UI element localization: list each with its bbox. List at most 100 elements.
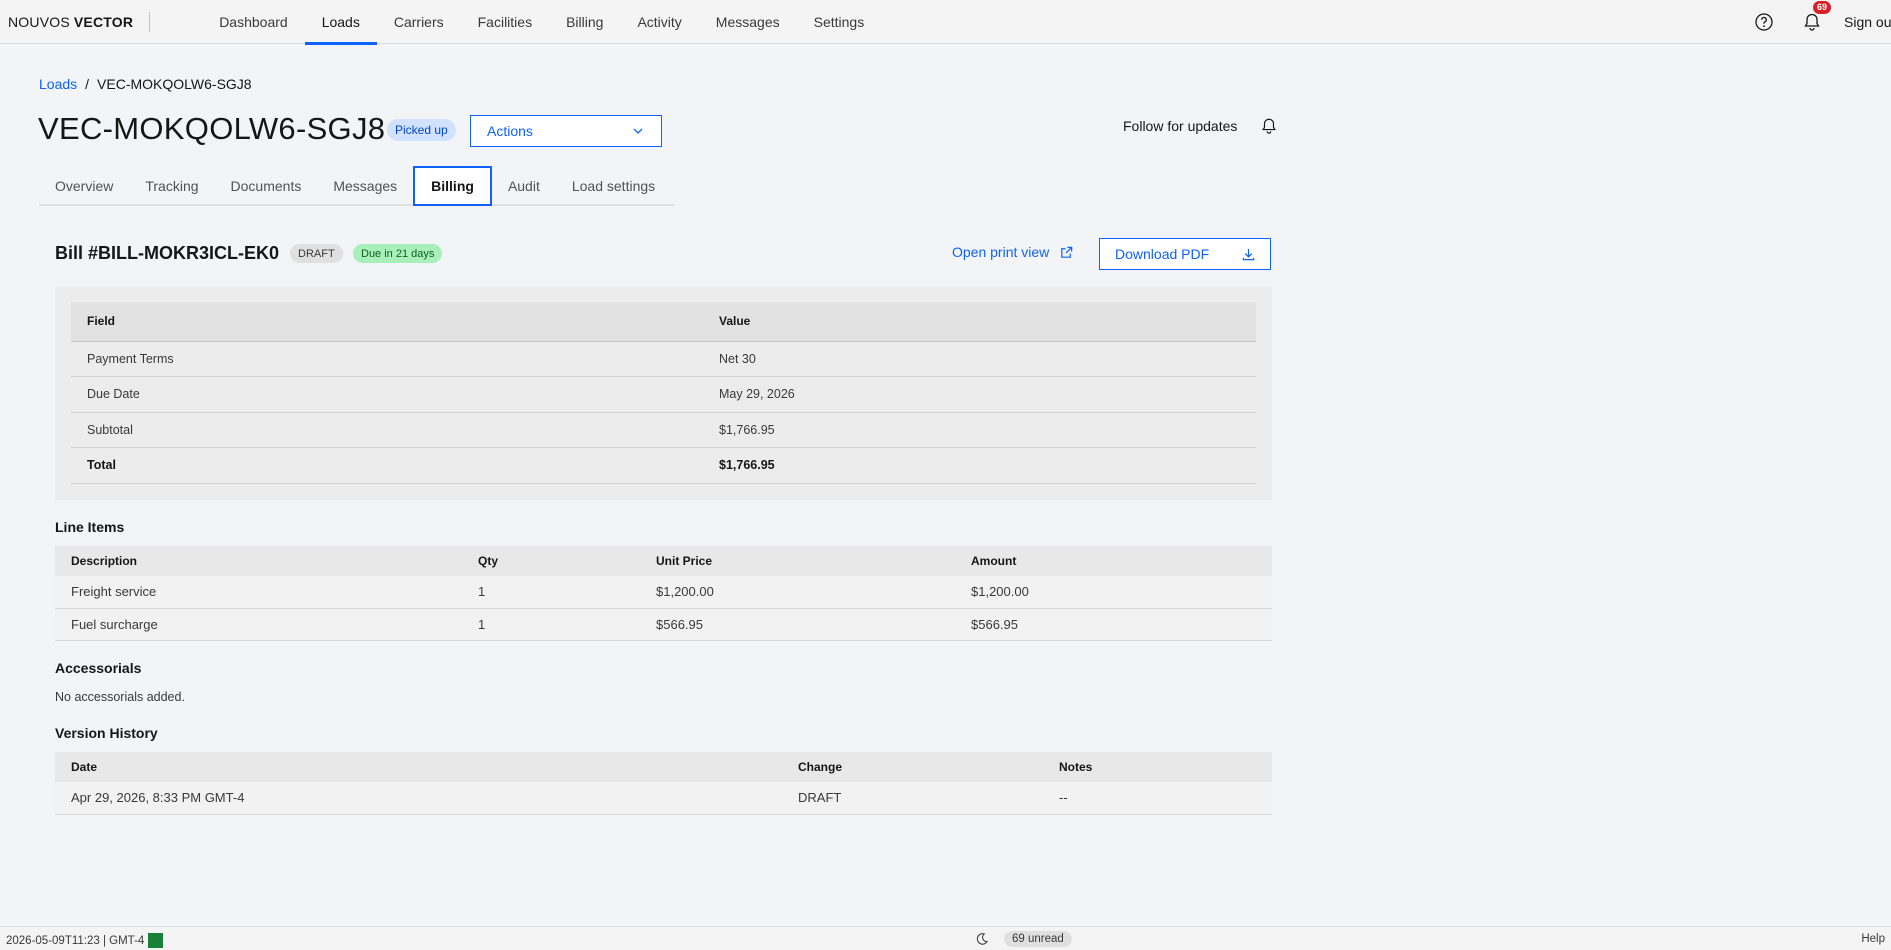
tab-billing[interactable]: Billing [413,166,492,206]
tab-load-settings[interactable]: Load settings [556,166,671,206]
tab-messages[interactable]: Messages [317,166,413,206]
nav-item-facilities[interactable]: Facilities [461,0,549,44]
version-history-table: Date Change Notes Apr 29, 2026, 8:33 PM … [55,752,1272,815]
nav-item-dashboard[interactable]: Dashboard [202,0,305,44]
open-print-view-link[interactable]: Open print view [952,244,1074,260]
value-cell: $1,766.95 [703,412,1256,448]
brand-name-part2: VECTOR [73,13,134,30]
download-icon [1241,247,1256,262]
nav-item-carriers[interactable]: Carriers [377,0,461,44]
unread-count-badge[interactable]: 69 unread [1004,931,1072,947]
nav-item-settings[interactable]: Settings [797,0,882,44]
bill-title: Bill #BILL-MOKR3ICL-EK0 [55,243,280,263]
accessorials-empty-state: No accessorials added. [55,690,185,704]
download-pdf-button[interactable]: Download PDF [1099,238,1271,270]
table-row: Subtotal $1,766.95 [71,412,1256,448]
table-row: Total $1,766.95 [71,447,1256,484]
line-items-table: Description Qty Unit Price Amount Freigh… [55,546,1272,641]
table-row: Due Date May 29, 2026 [71,376,1256,413]
notifications-button[interactable]: 69 [1788,0,1836,44]
launch-icon [1059,245,1074,260]
due-tag: Due in 21 days [353,244,443,263]
version-history-header-row: Date Change Notes [55,752,1272,782]
bill-summary-table: Field Value Payment Terms Net 30 Due Dat… [71,302,1256,484]
footer-timestamp-group: 2026-05-09T11:23 | GMT-4 [6,933,164,948]
follow-updates-label[interactable]: Follow for updates [1123,116,1237,136]
status-footer: 2026-05-09T11:23 | GMT-4 69 unread Help [0,926,1891,950]
line-items-heading: Line Items [55,519,125,535]
tab-tracking[interactable]: Tracking [129,166,214,206]
description-column-header: Description [55,546,462,576]
nav-item-activity[interactable]: Activity [620,0,698,44]
help-button[interactable] [1740,0,1788,44]
qty-cell: 1 [462,608,640,641]
table-row: Freight service 1 $1,200.00 $1,200.00 [55,576,1272,609]
amount-column-header: Amount [955,546,1272,576]
qty-column-header: Qty [462,546,640,576]
load-status-tag: Picked up [387,119,456,141]
download-pdf-label: Download PDF [1115,246,1210,262]
value-cell: $1,766.95 [703,447,1256,484]
nav-actions: 69 Sign out [1740,0,1891,44]
brand-logo[interactable]: NOUVOS VECTOR [0,11,151,32]
accessorials-heading: Accessorials [55,660,142,676]
breadcrumb-separator: / [85,76,90,92]
chevron-down-icon [631,124,645,138]
version-history-heading: Version History [55,725,158,741]
nav-item-messages[interactable]: Messages [699,0,797,44]
value-column-header: Value [703,302,1256,342]
actions-dropdown[interactable]: Actions [470,115,662,147]
value-cell: Net 30 [703,341,1256,377]
description-cell: Freight service [55,576,462,609]
qty-cell: 1 [462,576,640,609]
summary-header-row: Field Value [71,302,1256,342]
table-row: Fuel surcharge 1 $566.95 $566.95 [55,608,1272,641]
footer-timestamp: 2026-05-09T11:23 | GMT-4 [6,934,145,947]
amount-cell: $1,200.00 [955,576,1272,609]
nav-item-loads[interactable]: Loads [304,0,378,45]
unit-price-cell: $1,200.00 [640,576,955,609]
actions-label: Actions [487,123,533,139]
field-cell: Subtotal [71,412,703,448]
tab-overview[interactable]: Overview [39,166,129,206]
breadcrumb-loads-link[interactable]: Loads [39,76,77,92]
breadcrumb: Loads / VEC-MOKQOLW6-SGJ8 [39,76,252,92]
amount-cell: $566.95 [955,608,1272,641]
breadcrumb-current: VEC-MOKQOLW6-SGJ8 [97,76,252,92]
bill-summary-panel: Field Value Payment Terms Net 30 Due Dat… [55,287,1272,500]
date-cell: Apr 29, 2026, 8:33 PM GMT-4 [55,782,782,815]
top-navigation: NOUVOS VECTOR Dashboard Loads Carriers F… [0,0,1891,45]
tab-documents[interactable]: Documents [215,166,318,206]
bill-status-tag: DRAFT [290,244,343,263]
brand-name-part1: NOUVOS [8,13,70,30]
field-cell: Total [71,447,703,484]
tab-audit[interactable]: Audit [492,166,556,206]
description-cell: Fuel surcharge [55,608,462,641]
main-nav: Dashboard Loads Carriers Facilities Bill… [202,0,882,45]
sign-out-link[interactable]: Sign out [1836,14,1891,30]
follow-bell-icon[interactable] [1260,117,1278,135]
notes-cell: -- [1043,782,1272,815]
help-icon [1754,12,1774,32]
unit-price-cell: $566.95 [640,608,955,641]
nav-item-billing[interactable]: Billing [549,0,620,44]
unit-price-column-header: Unit Price [640,546,955,576]
print-view-label: Open print view [952,244,1050,260]
moon-icon[interactable] [975,932,989,946]
field-cell: Payment Terms [71,341,703,377]
field-cell: Due Date [71,376,703,413]
line-items-header-row: Description Qty Unit Price Amount [55,546,1272,576]
table-row: Apr 29, 2026, 8:33 PM GMT-4 DRAFT -- [55,782,1272,815]
notification-count-badge: 69 [1813,1,1832,14]
change-column-header: Change [782,752,1043,782]
help-link[interactable]: Help [1861,933,1885,945]
bell-icon [1802,12,1822,32]
table-row: Payment Terms Net 30 [71,341,1256,377]
notes-column-header: Notes [1043,752,1272,782]
page-title: VEC-MOKQOLW6-SGJ8 [38,111,386,146]
date-column-header: Date [55,752,782,782]
change-cell: DRAFT [782,782,1043,815]
connection-status-indicator [148,933,164,948]
load-tabs: Overview Tracking Documents Messages Bil… [39,166,675,206]
value-cell: May 29, 2026 [703,376,1256,413]
